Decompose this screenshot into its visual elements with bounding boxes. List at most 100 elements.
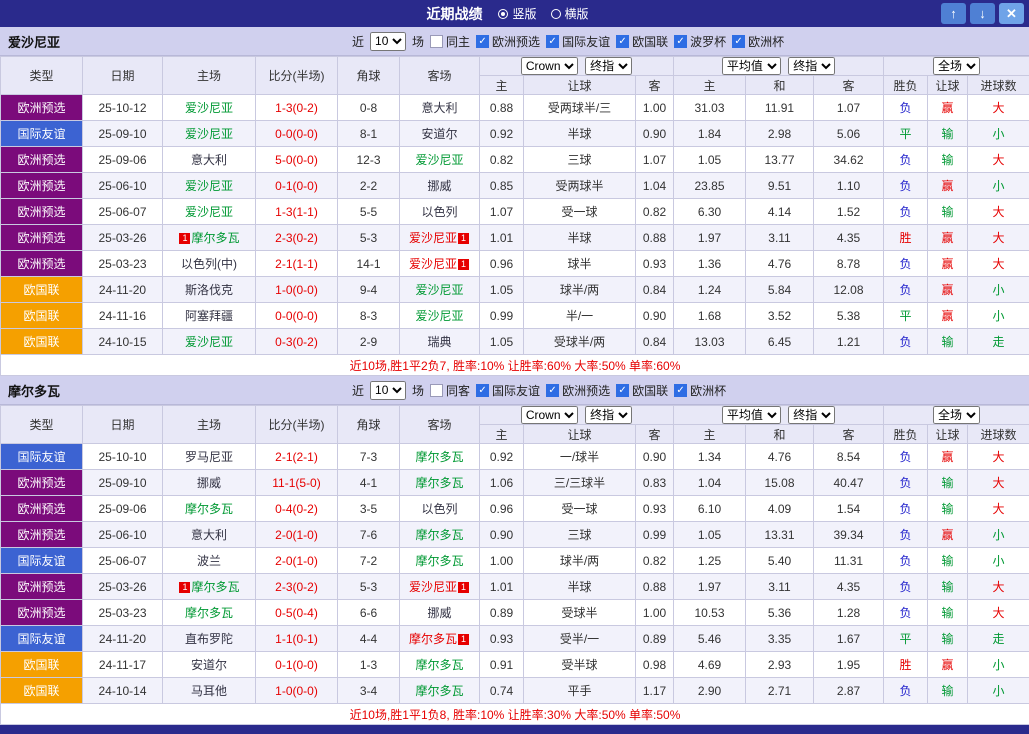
view-horizontal-radio[interactable]: 横版 — [551, 5, 589, 22]
competition-type[interactable]: 欧洲预选 — [1, 95, 83, 121]
bookmaker-select[interactable]: Crown — [521, 406, 578, 424]
match-score[interactable]: 0-3(0-2) — [256, 329, 338, 355]
home-team[interactable]: 意大利 — [163, 522, 256, 548]
home-team[interactable]: 阿塞拜疆 — [163, 303, 256, 329]
match-score[interactable]: 0-1(0-0) — [256, 173, 338, 199]
match-score[interactable]: 11-1(5-0) — [256, 470, 338, 496]
odds-stage-select[interactable]: 终指 — [585, 406, 632, 424]
average-stage-select[interactable]: 终指 — [788, 57, 835, 75]
competition-checkbox[interactable]: ✓国际友谊 — [546, 33, 610, 50]
match-score[interactable]: 2-1(1-1) — [256, 251, 338, 277]
scroll-down-button[interactable]: ↓ — [970, 3, 995, 24]
home-team[interactable]: 挪威 — [163, 470, 256, 496]
match-score[interactable]: 5-0(0-0) — [256, 147, 338, 173]
away-team[interactable]: 以色列 — [400, 199, 480, 225]
match-score[interactable]: 1-0(0-0) — [256, 277, 338, 303]
competition-type[interactable]: 欧国联 — [1, 652, 83, 678]
away-team[interactable]: 爱沙尼亚 — [400, 147, 480, 173]
competition-checkbox[interactable]: ✓欧国联 — [616, 382, 668, 399]
home-team[interactable]: 安道尔 — [163, 652, 256, 678]
home-team[interactable]: 1摩尔多瓦 — [163, 225, 256, 251]
home-team[interactable]: 罗马尼亚 — [163, 444, 256, 470]
home-team[interactable]: 直布罗陀 — [163, 626, 256, 652]
away-team[interactable]: 爱沙尼亚1 — [400, 225, 480, 251]
away-team[interactable]: 爱沙尼亚1 — [400, 574, 480, 600]
competition-type[interactable]: 国际友谊 — [1, 444, 83, 470]
away-team[interactable]: 爱沙尼亚 — [400, 303, 480, 329]
competition-type[interactable]: 欧国联 — [1, 678, 83, 704]
competition-type[interactable]: 欧洲预选 — [1, 251, 83, 277]
competition-type[interactable]: 欧洲预选 — [1, 600, 83, 626]
competition-type[interactable]: 欧洲预选 — [1, 173, 83, 199]
match-score[interactable]: 2-3(0-2) — [256, 225, 338, 251]
match-score[interactable]: 1-3(1-1) — [256, 199, 338, 225]
competition-checkbox[interactable]: ✓欧洲杯 — [732, 33, 784, 50]
away-team[interactable]: 摩尔多瓦 — [400, 678, 480, 704]
away-team[interactable]: 安道尔 — [400, 121, 480, 147]
competition-checkbox[interactable]: ✓欧洲杯 — [674, 382, 726, 399]
home-team[interactable]: 爱沙尼亚 — [163, 329, 256, 355]
home-team[interactable]: 斯洛伐克 — [163, 277, 256, 303]
competition-checkbox[interactable]: ✓欧洲预选 — [546, 382, 610, 399]
competition-type[interactable]: 欧洲预选 — [1, 470, 83, 496]
home-team[interactable]: 马耳他 — [163, 678, 256, 704]
away-team[interactable]: 摩尔多瓦 — [400, 522, 480, 548]
average-stage-select[interactable]: 终指 — [788, 406, 835, 424]
view-vertical-radio[interactable]: 竖版 — [498, 5, 536, 22]
away-team[interactable]: 爱沙尼亚 — [400, 277, 480, 303]
match-score[interactable]: 0-5(0-4) — [256, 600, 338, 626]
scope-select[interactable]: 全场 — [933, 57, 980, 75]
competition-type[interactable]: 欧洲预选 — [1, 225, 83, 251]
close-button[interactable]: ✕ — [999, 3, 1024, 24]
away-team[interactable]: 摩尔多瓦 — [400, 470, 480, 496]
home-team[interactable]: 爱沙尼亚 — [163, 121, 256, 147]
match-score[interactable]: 1-1(0-1) — [256, 626, 338, 652]
match-score[interactable]: 2-1(2-1) — [256, 444, 338, 470]
away-team[interactable]: 摩尔多瓦1 — [400, 626, 480, 652]
same-venue-filter[interactable]: 同主 — [430, 33, 470, 50]
home-team[interactable]: 意大利 — [163, 147, 256, 173]
odds-stage-select[interactable]: 终指 — [585, 57, 632, 75]
away-team[interactable]: 爱沙尼亚1 — [400, 251, 480, 277]
match-score[interactable]: 2-3(0-2) — [256, 574, 338, 600]
competition-type[interactable]: 欧洲预选 — [1, 574, 83, 600]
home-team[interactable]: 爱沙尼亚 — [163, 173, 256, 199]
competition-checkbox[interactable]: ✓欧洲预选 — [476, 33, 540, 50]
scope-select[interactable]: 全场 — [933, 406, 980, 424]
match-score[interactable]: 0-0(0-0) — [256, 303, 338, 329]
match-score[interactable]: 1-0(0-0) — [256, 678, 338, 704]
away-team[interactable]: 摩尔多瓦 — [400, 548, 480, 574]
competition-type[interactable]: 欧国联 — [1, 277, 83, 303]
competition-type[interactable]: 国际友谊 — [1, 548, 83, 574]
home-team[interactable]: 1摩尔多瓦 — [163, 574, 256, 600]
away-team[interactable]: 摩尔多瓦 — [400, 652, 480, 678]
home-team[interactable]: 摩尔多瓦 — [163, 600, 256, 626]
away-team[interactable]: 意大利 — [400, 95, 480, 121]
match-score[interactable]: 0-1(0-0) — [256, 652, 338, 678]
competition-type[interactable]: 欧国联 — [1, 303, 83, 329]
average-select[interactable]: 平均值 — [722, 57, 781, 75]
same-venue-filter[interactable]: 同客 — [430, 382, 470, 399]
away-team[interactable]: 挪威 — [400, 173, 480, 199]
competition-checkbox[interactable]: ✓波罗杯 — [674, 33, 726, 50]
home-team[interactable]: 爱沙尼亚 — [163, 199, 256, 225]
match-score[interactable]: 0-4(0-2) — [256, 496, 338, 522]
match-score[interactable]: 1-3(0-2) — [256, 95, 338, 121]
competition-type[interactable]: 欧洲预选 — [1, 496, 83, 522]
home-team[interactable]: 摩尔多瓦 — [163, 496, 256, 522]
away-team[interactable]: 以色列 — [400, 496, 480, 522]
competition-checkbox[interactable]: ✓欧国联 — [616, 33, 668, 50]
match-score[interactable]: 2-0(1-0) — [256, 522, 338, 548]
match-count-select[interactable]: 10 — [370, 32, 406, 51]
competition-checkbox[interactable]: ✓国际友谊 — [476, 382, 540, 399]
match-score[interactable]: 0-0(0-0) — [256, 121, 338, 147]
bookmaker-select[interactable]: Crown — [521, 57, 578, 75]
competition-type[interactable]: 国际友谊 — [1, 626, 83, 652]
competition-type[interactable]: 欧国联 — [1, 329, 83, 355]
home-team[interactable]: 爱沙尼亚 — [163, 95, 256, 121]
competition-type[interactable]: 国际友谊 — [1, 121, 83, 147]
match-count-select[interactable]: 10 — [370, 381, 406, 400]
home-team[interactable]: 波兰 — [163, 548, 256, 574]
average-select[interactable]: 平均值 — [722, 406, 781, 424]
away-team[interactable]: 摩尔多瓦 — [400, 444, 480, 470]
